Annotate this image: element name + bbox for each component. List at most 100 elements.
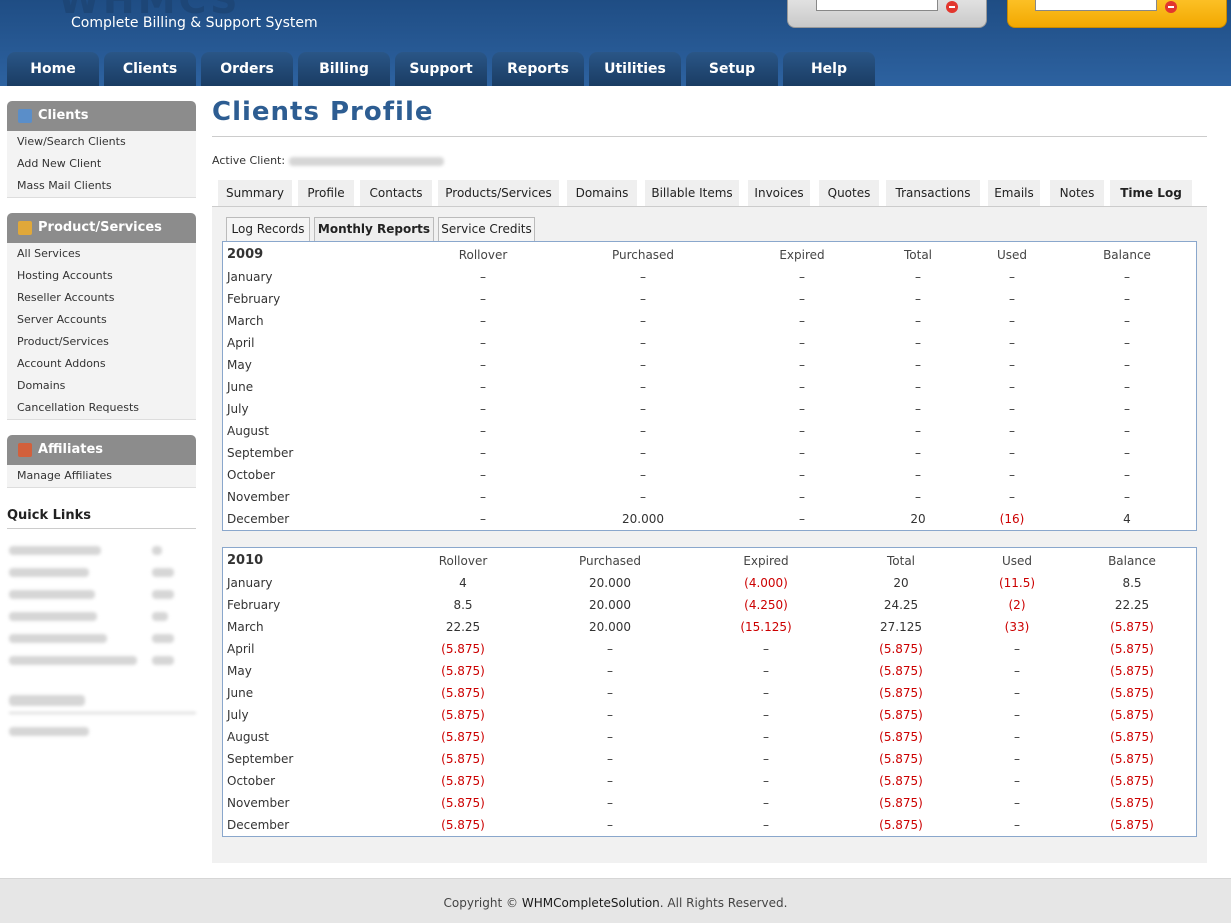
month-label: February — [227, 598, 281, 612]
sidebar-item-view-search-clients[interactable]: View/Search Clients — [7, 131, 196, 153]
table-cell: – — [1009, 270, 1015, 284]
month-label: November — [227, 490, 290, 504]
table-cell: – — [1124, 380, 1130, 394]
tab-summary[interactable]: Summary — [218, 180, 292, 206]
table-cell: – — [799, 468, 805, 482]
table-cell: – — [1009, 336, 1015, 350]
tab-domains[interactable]: Domains — [567, 180, 637, 206]
table-cell: – — [763, 730, 769, 744]
subtab-log-records[interactable]: Log Records — [226, 217, 310, 242]
header-search-box — [787, 0, 987, 28]
table-row: August – – – – – – — [223, 420, 1196, 442]
column-header: Purchased — [611, 248, 675, 262]
sidebar-item-hosting-accounts[interactable]: Hosting Accounts — [7, 265, 196, 287]
tab-quotes[interactable]: Quotes — [819, 180, 879, 206]
table-cell: (5.875) — [1110, 708, 1154, 722]
table-cell: 22.25 — [445, 620, 481, 634]
table-cell: – — [480, 446, 486, 460]
quick-links-title: Quick Links — [7, 508, 196, 529]
sidebar-item-manage-affiliates[interactable]: Manage Affiliates — [7, 465, 196, 487]
sidebar-item-all-services[interactable]: All Services — [7, 243, 196, 265]
blurred-link — [9, 590, 95, 599]
table-cell: 24.25 — [883, 598, 919, 612]
table-row: June – – – – – – — [223, 376, 1196, 398]
table-cell: (15.125) — [740, 620, 792, 634]
month-label: June — [227, 686, 254, 700]
table-cell: – — [763, 642, 769, 656]
table-cell: 20 — [910, 512, 926, 526]
sidebar-item-mass-mail-clients[interactable]: Mass Mail Clients — [7, 175, 196, 197]
month-label: September — [227, 752, 294, 766]
tab-notes[interactable]: Notes — [1050, 180, 1104, 206]
nav-home[interactable]: Home — [7, 52, 99, 86]
tab-profile[interactable]: Profile — [298, 180, 354, 206]
table-cell: – — [480, 512, 486, 526]
tab-invoices[interactable]: Invoices — [748, 180, 810, 206]
header-search-input[interactable] — [816, 0, 938, 11]
table-cell: – — [799, 446, 805, 460]
table-cell: 20.000 — [589, 620, 631, 634]
nav-reports[interactable]: Reports — [492, 52, 584, 86]
subtab-monthly-reports[interactable]: Monthly Reports — [314, 217, 434, 242]
affiliates-panel: Affiliates Manage Affiliates — [7, 435, 196, 488]
column-header: Expired — [743, 554, 789, 568]
table-row: April – – – – – – — [223, 332, 1196, 354]
tagline: Complete Billing & Support System — [71, 15, 318, 31]
table-cell: – — [915, 336, 921, 350]
header-alert-input[interactable] — [1035, 0, 1157, 11]
tab-products-services[interactable]: Products/Services — [438, 180, 559, 206]
sidebar-item-add-new-client[interactable]: Add New Client — [7, 153, 196, 175]
table-cell: – — [915, 402, 921, 416]
tab-contacts[interactable]: Contacts — [360, 180, 432, 206]
nav-utilities[interactable]: Utilities — [589, 52, 681, 86]
table-cell: – — [915, 314, 921, 328]
tab-transactions[interactable]: Transactions — [886, 180, 980, 206]
column-header: Balance — [1108, 554, 1156, 568]
products-panel-title: Product/Services — [38, 220, 162, 235]
footer-company-link[interactable]: WHMCompleteSolution — [522, 896, 660, 910]
nav-setup[interactable]: Setup — [686, 52, 778, 86]
box-icon — [18, 221, 32, 235]
table-cell: – — [480, 402, 486, 416]
table-cell: – — [1014, 708, 1020, 722]
sidebar-item-server-accounts[interactable]: Server Accounts — [7, 309, 196, 331]
nav-help[interactable]: Help — [783, 52, 875, 86]
month-label: March — [227, 620, 264, 634]
table-cell: – — [480, 270, 486, 284]
close-icon[interactable] — [1165, 1, 1177, 13]
sidebar-item-reseller-accounts[interactable]: Reseller Accounts — [7, 287, 196, 309]
table-cell: – — [640, 380, 646, 394]
table-cell: – — [763, 708, 769, 722]
column-header: Total — [903, 248, 933, 262]
client-tabs: Summary Profile Contacts Products/Servic… — [212, 180, 1207, 207]
table-cell: (5.875) — [441, 708, 485, 722]
table-cell: (5.875) — [879, 664, 923, 678]
tab-billable-items[interactable]: Billable Items — [645, 180, 739, 206]
nav-orders[interactable]: Orders — [201, 52, 293, 86]
sidebar-item-account-addons[interactable]: Account Addons — [7, 353, 196, 375]
table-cell: (16) — [999, 512, 1025, 526]
products-panel-header: Product/Services — [7, 213, 196, 243]
table-cell: – — [607, 752, 613, 766]
table-cell: (5.875) — [441, 774, 485, 788]
subtab-service-credits[interactable]: Service Credits — [438, 217, 535, 242]
table-cell: – — [480, 380, 486, 394]
nav-billing[interactable]: Billing — [298, 52, 390, 86]
month-label: April — [227, 642, 255, 656]
table-row: May (5.875) – – (5.875) – (5.875) — [223, 660, 1196, 682]
clients-panel-title: Clients — [38, 108, 89, 123]
tab-emails[interactable]: Emails — [988, 180, 1040, 206]
table-row: July (5.875) – – (5.875) – (5.875) — [223, 704, 1196, 726]
sidebar-item-domains[interactable]: Domains — [7, 375, 196, 397]
close-icon[interactable] — [946, 1, 958, 13]
sidebar-item-product-services[interactable]: Product/Services — [7, 331, 196, 353]
tab-time-log[interactable]: Time Log — [1110, 180, 1192, 206]
table-cell: (5.875) — [1110, 642, 1154, 656]
table-cell: (5.875) — [1110, 664, 1154, 678]
nav-clients[interactable]: Clients — [104, 52, 196, 86]
table-cell: – — [640, 490, 646, 504]
nav-support[interactable]: Support — [395, 52, 487, 86]
active-client-name-blurred[interactable] — [289, 157, 444, 166]
table-cell: – — [640, 468, 646, 482]
sidebar-item-cancellation-requests[interactable]: Cancellation Requests — [7, 397, 196, 419]
